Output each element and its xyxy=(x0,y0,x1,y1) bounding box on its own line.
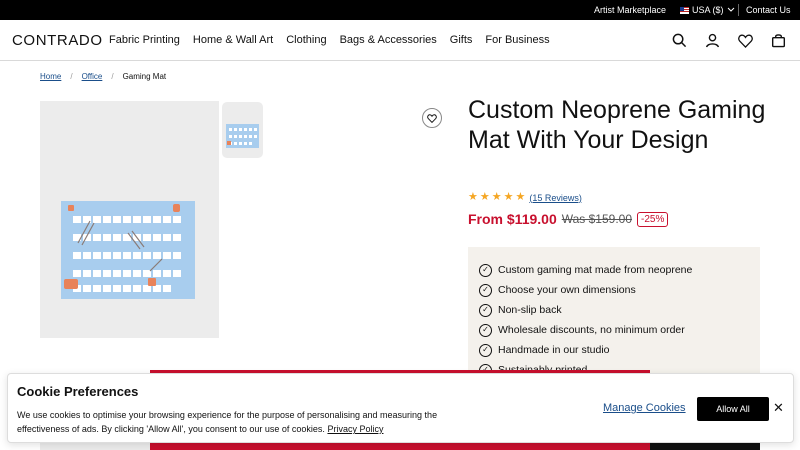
star-icon: ★ xyxy=(503,191,514,203)
feature-item: ✓ Wholesale discounts, no minimum order xyxy=(479,320,760,340)
check-circle-icon: ✓ xyxy=(479,263,492,277)
thumbnail-image xyxy=(226,124,259,148)
feature-text: Custom gaming mat made from neoprene xyxy=(498,264,693,276)
price-row: From $119.00 Was $159.00 -25% xyxy=(468,211,669,227)
star-icon: ★ xyxy=(515,191,526,203)
nav-home-wall-art[interactable]: Home & Wall Art xyxy=(193,34,273,46)
feature-item: ✓ Custom gaming mat made from neoprene xyxy=(479,260,760,280)
star-icon: ★ xyxy=(491,191,502,203)
nav-fabric-printing[interactable]: Fabric Printing xyxy=(109,34,180,46)
product-thumbnail[interactable] xyxy=(222,102,263,158)
check-circle-icon: ✓ xyxy=(479,303,492,317)
breadcrumb-separator: / xyxy=(70,72,73,81)
feature-text: Choose your own dimensions xyxy=(498,284,636,296)
breadcrumb-office[interactable]: Office xyxy=(82,72,103,81)
bottom-dark-panel xyxy=(650,443,760,450)
topbar-divider xyxy=(738,4,739,16)
nav-gifts[interactable]: Gifts xyxy=(450,34,473,46)
breadcrumb-separator: / xyxy=(111,72,114,81)
country-label: USA ($) xyxy=(692,5,724,15)
search-icon[interactable] xyxy=(670,31,689,50)
feature-text: Non-slip back xyxy=(498,304,562,316)
check-circle-icon: ✓ xyxy=(479,283,492,297)
product-rating: ★ ★ ★ ★ ★ (15 Reviews) xyxy=(468,192,582,203)
close-icon[interactable]: ✕ xyxy=(773,400,784,416)
cart-icon[interactable] xyxy=(769,31,788,50)
feature-text: Handmade in our studio xyxy=(498,344,610,356)
nav-for-business[interactable]: For Business xyxy=(485,34,549,46)
us-flag-icon xyxy=(680,6,689,14)
reviews-link[interactable]: (15 Reviews) xyxy=(529,193,582,203)
feature-text: Wholesale discounts, no minimum order xyxy=(498,324,685,336)
star-icon: ★ xyxy=(468,191,478,203)
was-price: Was $159.00 xyxy=(561,212,632,226)
add-to-wishlist-button[interactable] xyxy=(422,108,442,128)
artist-marketplace-link[interactable]: Artist Marketplace xyxy=(594,5,666,15)
heart-icon xyxy=(427,113,437,123)
chevron-down-icon xyxy=(727,7,734,12)
bottom-promo-bar xyxy=(150,443,650,450)
cookie-title: Cookie Preferences xyxy=(17,384,139,399)
feature-item: ✓ Choose your own dimensions xyxy=(479,280,760,300)
privacy-policy-link[interactable]: Privacy Policy xyxy=(327,424,383,434)
nav-bags-accessories[interactable]: Bags & Accessories xyxy=(340,34,437,46)
cookie-banner: Cookie Preferences We use cookies to opt… xyxy=(7,373,794,443)
manage-cookies-link[interactable]: Manage Cookies xyxy=(603,402,686,414)
header-icons xyxy=(670,31,788,50)
cookie-description: We use cookies to optimise your browsing… xyxy=(17,408,487,436)
check-circle-icon: ✓ xyxy=(479,343,492,357)
category-links: Fabric Printing Home & Wall Art Clothing… xyxy=(109,34,550,46)
contact-us-link[interactable]: Contact Us xyxy=(746,5,791,15)
feature-item: ✓ Handmade in our studio xyxy=(479,340,760,360)
check-circle-icon: ✓ xyxy=(479,323,492,337)
site-logo[interactable]: CONTRADO xyxy=(12,32,103,49)
main-navigation: CONTRADO Fabric Printing Home & Wall Art… xyxy=(0,20,800,61)
wishlist-icon[interactable] xyxy=(736,31,755,50)
product-main-image[interactable] xyxy=(40,101,219,338)
discount-badge: -25% xyxy=(637,211,669,227)
breadcrumb-current: Gaming Mat xyxy=(122,72,167,81)
gaming-mat-image xyxy=(61,201,195,299)
current-price: From $119.00 xyxy=(468,211,557,227)
product-title: Custom Neoprene Gaming Mat With Your Des… xyxy=(468,96,766,154)
country-selector[interactable]: USA ($) xyxy=(680,5,735,15)
feature-item: ✓ Non-slip back xyxy=(479,300,760,320)
nav-clothing[interactable]: Clothing xyxy=(286,34,326,46)
star-icon: ★ xyxy=(479,191,490,203)
allow-all-button[interactable]: Allow All xyxy=(697,397,769,421)
bottom-image-edge xyxy=(40,443,150,450)
account-icon[interactable] xyxy=(703,31,722,50)
breadcrumb: Home / Office / Gaming Mat xyxy=(40,72,166,81)
top-utility-bar: Artist Marketplace USA ($) Contact Us xyxy=(0,0,800,20)
breadcrumb-home[interactable]: Home xyxy=(40,72,61,81)
